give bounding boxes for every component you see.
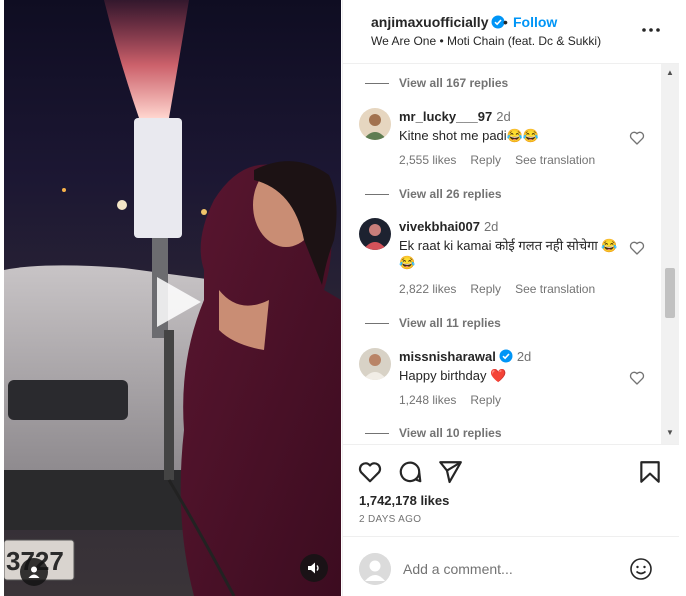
avatar-image (359, 218, 391, 250)
comment-actions: 2,555 likes Reply See translation (399, 153, 609, 167)
comment-text: Ek raat ki kamai कोई गलत नही सोचेगा 😂😂 (399, 238, 618, 270)
heart-icon[interactable] (629, 130, 645, 146)
follow-button[interactable]: Follow (513, 14, 557, 30)
author-username-text[interactable]: anjimaxuofficially (371, 14, 488, 30)
header-separator: • (503, 14, 508, 30)
comment-username[interactable]: mr_lucky___97 (399, 109, 492, 124)
reply-button[interactable]: Reply (470, 282, 501, 296)
post-likes-count[interactable]: 1,742,178 likes (359, 493, 449, 508)
post-video[interactable]: 3727 (4, 0, 341, 596)
avatar-image (359, 348, 391, 380)
comments-list[interactable]: View all 167 replies mr_lucky___97 2d Kit… (343, 64, 665, 444)
comment-likes[interactable]: 1,248 likes (399, 393, 456, 407)
post-actions: 1,742,178 likes 2 DAYS AGO (343, 444, 679, 534)
add-comment-bar (343, 536, 679, 596)
user-tag-icon (28, 566, 40, 578)
see-translation-button[interactable]: See translation (515, 153, 595, 167)
post-details-panel: anjimaxuofficially • Follow We Are One •… (342, 0, 679, 596)
play-icon (157, 277, 201, 327)
play-button[interactable] (134, 262, 214, 342)
heart-icon[interactable] (629, 370, 645, 386)
heart-icon[interactable] (629, 240, 645, 256)
view-replies-button[interactable]: View all 10 replies (365, 426, 502, 440)
comment-actions: 2,822 likes Reply See translation (399, 282, 609, 296)
comment-icon[interactable] (397, 459, 423, 485)
post-timestamp[interactable]: 2 DAYS AGO (359, 514, 421, 525)
comment-actions: 1,248 likes Reply (399, 393, 515, 407)
post-header: anjimaxuofficially • Follow We Are One •… (343, 0, 679, 64)
comment-avatar[interactable] (359, 218, 391, 250)
reply-button[interactable]: Reply (470, 153, 501, 167)
scroll-down-arrow[interactable]: ▼ (666, 428, 674, 437)
emoji-icon[interactable] (629, 557, 653, 581)
tagged-users-button[interactable] (20, 558, 48, 586)
comment-time[interactable]: 2d (517, 349, 531, 364)
more-options-icon[interactable] (639, 22, 663, 38)
comment-likes[interactable]: 2,555 likes (399, 153, 456, 167)
audio-toggle-button[interactable] (300, 554, 328, 582)
reply-button[interactable]: Reply (470, 393, 501, 407)
comment-avatar[interactable] (359, 348, 391, 380)
comment-text: Kitne shot me padi😂😂 (399, 128, 540, 143)
view-replies-button[interactable]: View all 167 replies (364, 76, 508, 90)
current-user-avatar (359, 553, 391, 585)
author-username[interactable]: anjimaxuofficially (371, 14, 505, 30)
comment-avatar[interactable] (359, 108, 391, 140)
comment-likes[interactable]: 2,822 likes (399, 282, 456, 296)
comment-text: Happy birthday ❤️ (399, 368, 507, 383)
comment-username[interactable]: vivekbhai007 (399, 219, 480, 234)
view-replies-button[interactable]: View all 26 replies (365, 187, 502, 201)
bookmark-icon[interactable] (637, 459, 663, 485)
comment-time[interactable]: 2d (496, 109, 510, 124)
comment-username[interactable]: missnisharawal (399, 349, 496, 364)
comment-time[interactable]: 2d (484, 219, 498, 234)
avatar-image (359, 108, 391, 140)
default-avatar-icon (359, 553, 391, 585)
audio-track-link[interactable]: We Are One • Moti Chain (feat. Dc & Sukk… (371, 34, 601, 48)
share-icon[interactable] (437, 459, 463, 485)
add-comment-input[interactable] (403, 557, 623, 581)
comments-scrollbar[interactable]: ▲ ▼ (661, 64, 679, 444)
scroll-up-arrow[interactable]: ▲ (666, 68, 674, 77)
scroll-thumb[interactable] (665, 268, 675, 318)
heart-icon[interactable] (357, 459, 383, 485)
see-translation-button[interactable]: See translation (515, 282, 595, 296)
verified-icon (499, 349, 513, 363)
view-replies-button[interactable]: View all 11 replies (365, 316, 501, 330)
volume-icon (308, 562, 319, 574)
